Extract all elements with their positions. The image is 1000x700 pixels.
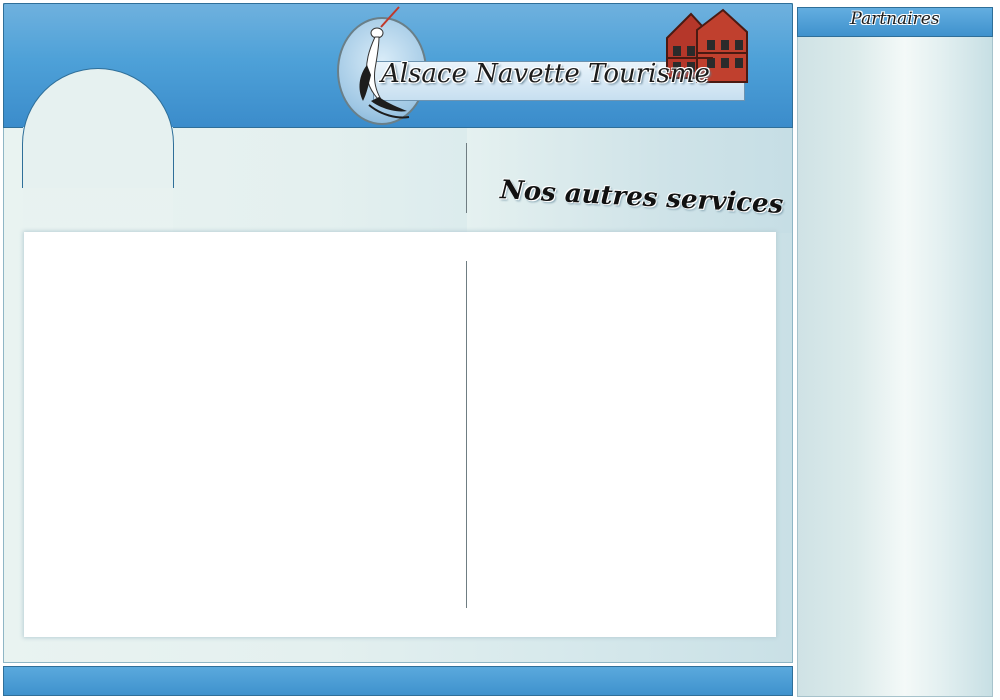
column-divider <box>466 261 467 608</box>
site-title: Alsace Navette Tourisme <box>381 59 710 89</box>
sidebar-title: Partnaires <box>850 9 940 29</box>
content-box <box>24 232 776 637</box>
site-logo[interactable]: Alsace Navette Tourisme <box>333 5 753 125</box>
partners-sidebar <box>797 7 993 697</box>
footer-bar <box>3 666 793 696</box>
column-divider-top <box>466 143 467 213</box>
